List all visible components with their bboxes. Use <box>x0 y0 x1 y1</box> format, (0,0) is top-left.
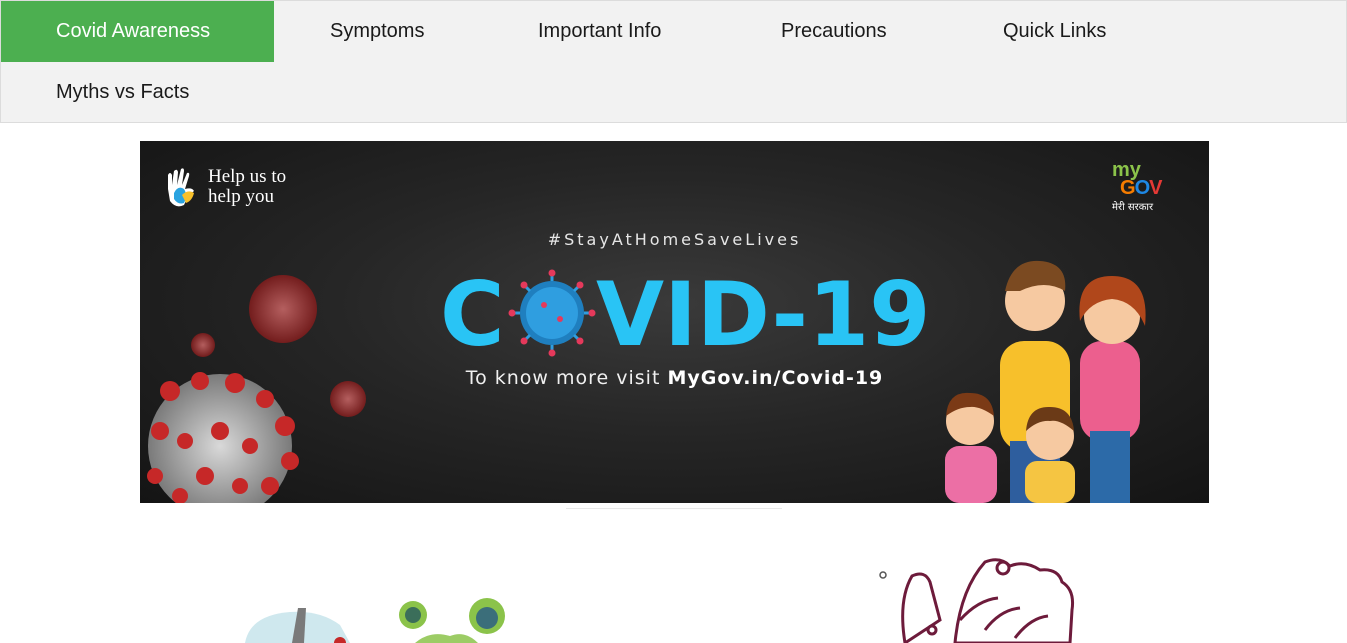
mygov-tagline: मेरी सरकार <box>1112 202 1154 213</box>
bottom-illustrations <box>245 558 1074 643</box>
mygov-logo[interactable]: my GOV मेरी सरकार <box>1112 160 1182 213</box>
tab-important-info[interactable]: Important Info <box>538 1 661 62</box>
visit-link[interactable]: MyGov.in/Covid-19 <box>667 367 883 389</box>
virus-illustration <box>245 598 505 643</box>
tab-myths-vs-facts[interactable]: Myths vs Facts <box>56 62 189 123</box>
svg-text:C: C <box>440 263 505 363</box>
help-us-text: Help us to help you <box>208 166 287 207</box>
tab-precautions[interactable]: Precautions <box>781 1 887 62</box>
covid-19-title: C VID-19 <box>440 263 931 363</box>
tab-covid-awareness[interactable]: Covid Awareness <box>1 1 274 62</box>
virus-icon <box>508 269 596 357</box>
banner-hashtag: #StayAtHomeSaveLives <box>547 230 802 249</box>
mygov-logo-gov: GOV <box>1120 177 1162 199</box>
banner-divider <box>566 508 782 509</box>
covid-banner[interactable]: Help us to help you my GOV मेरी सरकार #S… <box>140 141 1209 503</box>
awareness-tab-bar: Covid Awareness Symptoms Important Info … <box>0 0 1347 123</box>
svg-text:VID-19: VID-19 <box>596 263 931 363</box>
helping-hands-icon <box>168 168 194 207</box>
tab-quick-links[interactable]: Quick Links <box>1003 1 1106 62</box>
tab-symptoms[interactable]: Symptoms <box>330 1 424 62</box>
visit-prefix: To know more visit <box>465 367 661 389</box>
help-us-logo: Help us to help you <box>162 165 298 209</box>
virus-icon <box>147 372 299 503</box>
banner-visit-text: To know more visit MyGov.in/Covid-19 <box>140 367 1209 389</box>
hand-wash-illustration <box>879 558 1074 643</box>
